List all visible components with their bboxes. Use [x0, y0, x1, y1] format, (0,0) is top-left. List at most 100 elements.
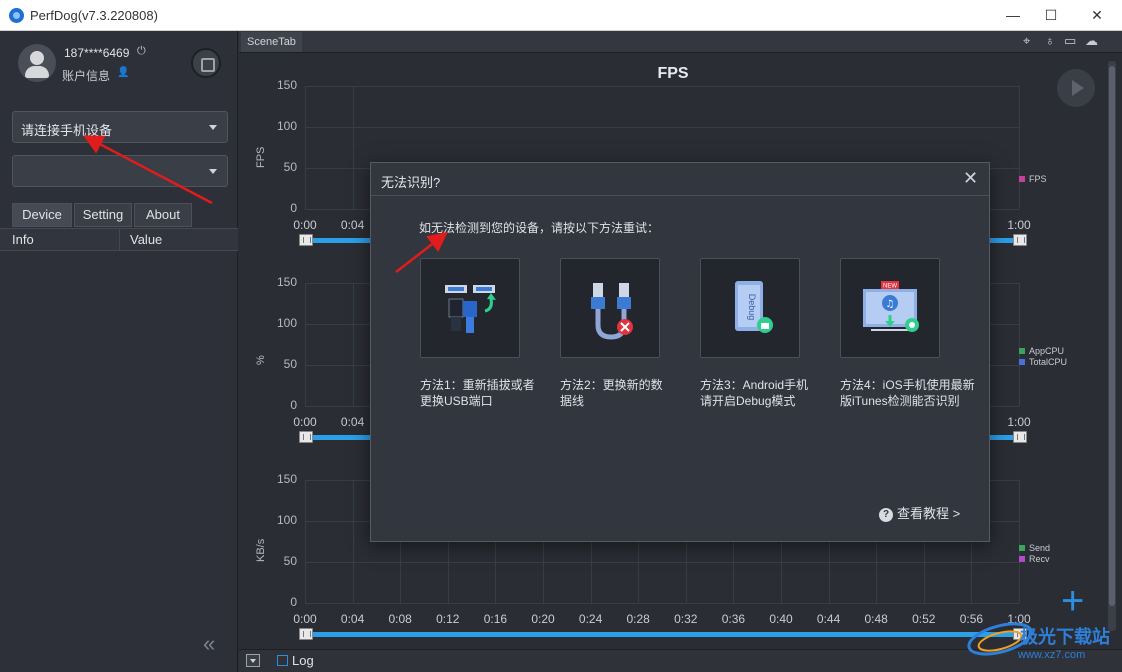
logout-power-icon[interactable]: ⏻ — [137, 45, 146, 58]
method-1-text: 方法1：重新插拔或者 更换USB端口 — [420, 378, 535, 408]
tab-device[interactable]: Device — [12, 203, 72, 227]
record-stop-button[interactable] — [191, 48, 221, 78]
unrecognized-device-dialog: 无法识别? ✕ 如无法检测到您的设备，请按以下方法重试： Debug NEW ♫… — [370, 162, 990, 542]
device-select[interactable]: 请连接手机设备 — [12, 111, 228, 143]
close-button[interactable]: ✕ — [1074, 0, 1120, 31]
scene-tab[interactable]: SceneTab — [241, 32, 302, 52]
chart-2-vgrid — [305, 480, 306, 603]
chart-2-gridline — [305, 603, 1019, 604]
cloud-icon[interactable]: ☁ — [1085, 33, 1098, 49]
chart-1-xtick: 1:00 — [1007, 415, 1031, 429]
legend-swatch — [1019, 556, 1025, 562]
chart-1-legend-totalcpu[interactable]: TotalCPU — [1019, 357, 1067, 367]
chart-2-xtick: 0:52 — [912, 612, 936, 626]
chart-2-ytick: 0 — [290, 595, 297, 609]
play-button[interactable] — [1057, 69, 1095, 107]
chart-2-xtick: 0:28 — [626, 612, 650, 626]
perfdog-logo-icon — [9, 8, 24, 23]
chart-0-slider-end-handle[interactable] — [1013, 234, 1027, 246]
chart-1-slider-start-handle[interactable] — [299, 431, 313, 443]
log-checkbox[interactable] — [277, 655, 288, 666]
itunes-icon: NEW ♫ — [863, 281, 919, 332]
title-bar: PerfDog(v7.3.220808) — ☐ ✕ — [0, 0, 1122, 31]
chart-0-vgrid — [305, 86, 306, 209]
account-user-icon[interactable]: 👤 — [117, 67, 129, 78]
maximize-button[interactable]: ☐ — [1028, 0, 1074, 31]
chart-1-legend-appcpu[interactable]: AppCPU — [1019, 346, 1064, 356]
chart-1-ytick: 50 — [283, 357, 297, 371]
legend-label: Send — [1029, 543, 1051, 553]
legend-label: TotalCPU — [1029, 357, 1068, 367]
tab-setting[interactable]: Setting — [74, 203, 132, 227]
chevron-down-icon — [209, 125, 217, 130]
legend-swatch — [1019, 176, 1025, 182]
avatar[interactable] — [18, 44, 56, 82]
chart-1-xtick: 0:04 — [340, 415, 365, 429]
usb-port-icon — [445, 285, 496, 333]
legend-swatch — [1019, 348, 1025, 354]
chart-1-vgrid — [305, 283, 306, 406]
chart-2-ytick: 150 — [276, 472, 297, 486]
new-badge: NEW — [883, 284, 897, 290]
account-info-link[interactable]: 账户信息 — [62, 67, 110, 84]
chart-0-ytick: 0 — [290, 201, 297, 215]
chart-2-legend-send[interactable]: Send — [1019, 543, 1050, 553]
location-pin-icon[interactable]: ⌖ — [1023, 33, 1030, 49]
method-3-text: 方法3：Android手机 请开启Debug模式 — [700, 378, 809, 408]
chart-2-slider-start-handle[interactable] — [299, 628, 313, 640]
dialog-title: 无法识别? — [381, 175, 441, 190]
scrollbar[interactable] — [1108, 61, 1116, 631]
chart-2-legend-recv[interactable]: Recv — [1019, 554, 1050, 564]
chart-0-gridline — [305, 86, 1019, 87]
chart-2-xtick: 0:48 — [864, 612, 888, 626]
dialog-close-icon[interactable]: ✕ — [963, 168, 978, 189]
chart-0-slider-start-handle[interactable] — [299, 234, 313, 246]
method-1-card — [420, 258, 520, 358]
scrollbar-thumb[interactable] — [1109, 66, 1115, 606]
window-title: PerfDog(v7.3.220808) — [30, 8, 158, 23]
sidebar: 187****6469 ⏻ 账户信息 👤 请连接手机设备 Device Sett… — [0, 31, 238, 672]
chart-0-xtick: 0:04 — [340, 218, 365, 232]
dialog-message: 如无法检测到您的设备，请按以下方法重试： — [419, 221, 660, 235]
android-debug-icon: Debug — [735, 281, 773, 333]
chart-2-ytick: 50 — [283, 554, 297, 568]
dialog-header: 无法识别? ✕ — [371, 163, 989, 196]
debug-badge: Debug — [747, 294, 757, 321]
chart-2-xtick: 0:08 — [388, 612, 412, 626]
toggle-panel-button[interactable] — [246, 654, 260, 667]
folder-icon[interactable]: ▭ — [1064, 33, 1076, 49]
chart-2-xtick: 0:20 — [531, 612, 555, 626]
fps-chart-title: FPS — [657, 65, 689, 82]
chart-1-ytick: 100 — [276, 316, 297, 330]
chart-0-ytick: 150 — [276, 78, 297, 92]
chart-2-xtick: 0:00 — [293, 612, 317, 626]
legend-label: FPS — [1029, 174, 1047, 184]
watermark-text: 极光下载站 — [1020, 627, 1110, 647]
chart-1-vgrid — [1019, 283, 1020, 406]
chart-1-slider-end-handle[interactable] — [1013, 431, 1027, 443]
chart-0-legend-fps[interactable]: FPS — [1019, 174, 1047, 184]
chart-1-ytick: 0 — [290, 398, 297, 412]
chart-2-time-slider[interactable] — [305, 632, 1025, 637]
legend-label: Recv — [1029, 554, 1050, 564]
marker-icon[interactable]: ♁ — [1045, 33, 1055, 48]
chart-1-xtick: 0:00 — [293, 415, 317, 429]
app-select[interactable] — [12, 155, 228, 187]
tab-about[interactable]: About — [134, 203, 192, 227]
chart-2-vgrid — [352, 480, 354, 603]
chart-0-ytick: 50 — [283, 160, 297, 174]
chart-2-xtick: 0:16 — [483, 612, 508, 626]
collapse-sidebar-icon[interactable]: « — [203, 631, 215, 657]
view-tutorial-link[interactable]: ? 查看教程 > — [879, 503, 960, 522]
chart-1-ytick: 150 — [276, 275, 297, 289]
chart-0-xtick: 1:00 — [1007, 218, 1031, 232]
chevron-down-icon — [209, 169, 217, 174]
chart-2-xtick: 0:32 — [674, 612, 698, 626]
svg-text:♫: ♫ — [886, 299, 895, 310]
chart-2-xtick: 0:44 — [816, 612, 841, 626]
chart-0-gridline — [305, 127, 1019, 128]
usb-cable-icon — [591, 283, 633, 340]
method-3-card: Debug — [700, 258, 800, 358]
chart-0-ytick: 100 — [276, 119, 297, 133]
watermark-url: www.xz7.com — [1018, 649, 1086, 661]
